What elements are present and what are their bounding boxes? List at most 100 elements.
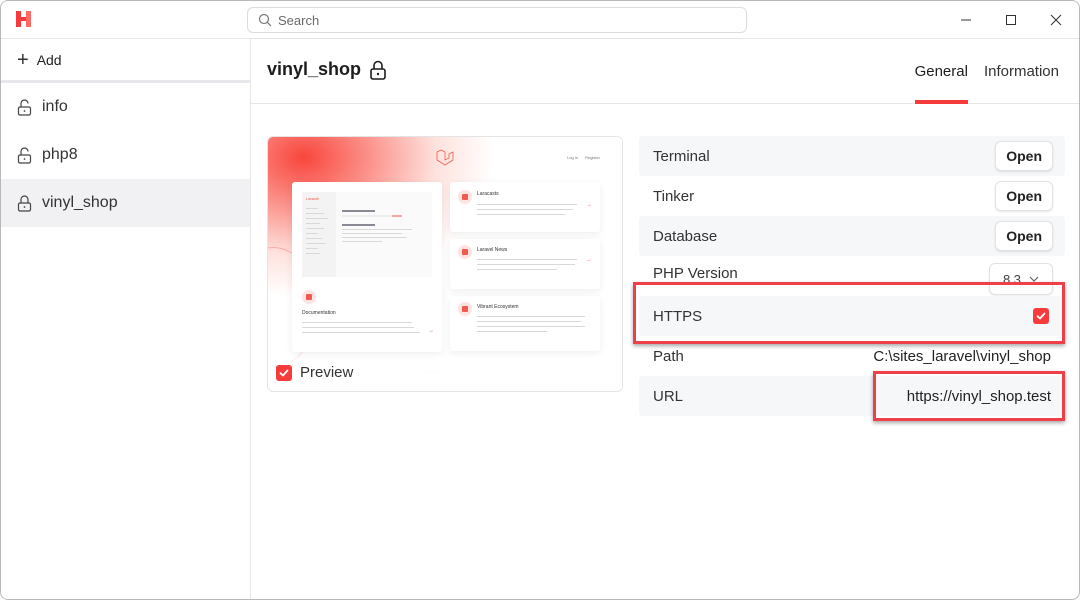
line (302, 327, 414, 328)
setting-row-url: URL https://vinyl_shop.test (639, 376, 1065, 416)
app-window: + Add info php8 vinyl_s (0, 0, 1080, 600)
site-name: vinyl_shop (42, 194, 118, 211)
tab-bar: General Information (907, 39, 1067, 104)
preview-ecosystem-card: Vibrant Ecosystem (450, 296, 600, 351)
preview-checkbox-toggle[interactable]: Preview (276, 364, 353, 381)
line (302, 322, 412, 323)
arrow-right-icon: → (586, 202, 592, 208)
line (477, 264, 575, 265)
site-preview-thumbnail[interactable]: Log in Register Laravel Documentation → … (268, 137, 622, 391)
plus-icon: + (17, 48, 29, 71)
title-bar (1, 1, 1079, 39)
line (477, 316, 585, 317)
setting-row-https: HTTPS (639, 296, 1065, 336)
search-input[interactable] (278, 12, 718, 28)
preview-laravel-news-card: Laravel News → (450, 239, 600, 289)
line (477, 331, 547, 332)
preview-nav: Log in Register (561, 155, 600, 160)
line (342, 229, 412, 230)
minimize-icon (961, 19, 971, 21)
tab-information[interactable]: Information (976, 39, 1067, 104)
checkmark-icon (279, 369, 289, 376)
lock-icon (370, 60, 386, 80)
lock-icon (17, 194, 32, 212)
setting-row-path: Path C:\sites_laravel\vinyl_shop (639, 336, 1065, 376)
preview-doc-sidebar: Laravel (302, 192, 336, 277)
preview-news-icon (458, 245, 472, 259)
herd-logo-icon (16, 11, 31, 27)
arrow-right-icon: → (586, 257, 592, 263)
open-tinker-button[interactable]: Open (995, 181, 1053, 211)
line (477, 326, 585, 327)
checkmark-icon (1036, 312, 1046, 320)
tab-general[interactable]: General (907, 39, 976, 104)
arrow-right-icon: → (428, 328, 434, 334)
open-database-button[interactable]: Open (995, 221, 1053, 251)
sidebar: + Add info php8 vinyl_shop (1, 39, 251, 599)
line (477, 259, 577, 260)
laravel-logo-icon (436, 149, 454, 166)
preview-card-title: Vibrant Ecosystem (477, 304, 519, 310)
line (306, 243, 326, 244)
chevron-down-icon (1029, 276, 1039, 282)
open-terminal-button[interactable]: Open (995, 141, 1053, 171)
line (342, 224, 375, 226)
line (477, 209, 573, 210)
line (342, 241, 382, 242)
settings-list: Terminal Open Tinker Open Database Open … (639, 136, 1065, 416)
setting-label: Database (653, 227, 718, 245)
minimize-button[interactable] (943, 1, 989, 39)
preview-laracasts-card: Laracasts → (450, 182, 600, 232)
php-version-value: 8.3 (1002, 271, 1022, 287)
setting-row-tinker: Tinker Open (639, 176, 1065, 216)
line (477, 321, 581, 322)
line (306, 248, 318, 249)
setting-row-php-version: PHP Version 8.3 (639, 256, 1065, 296)
line (306, 233, 318, 234)
preview-card-title: Laravel News (477, 247, 508, 253)
unlock-icon (17, 98, 32, 116)
preview-ecosystem-icon (458, 302, 472, 316)
line (477, 269, 557, 270)
setting-row-database: Database Open (639, 216, 1065, 256)
main-panel: vinyl_shop General Information Log in Re… (251, 39, 1079, 599)
setting-row-terminal: Terminal Open (639, 136, 1065, 176)
site-title-text: vinyl_shop (267, 59, 362, 79)
line (477, 214, 565, 215)
add-label: Add (36, 51, 62, 68)
setting-label: Tinker (653, 187, 695, 205)
sidebar-item-vinyl-shop[interactable]: vinyl_shop (1, 179, 250, 227)
php-version-select[interactable]: 8.3 (989, 263, 1053, 295)
preview-card-title: Documentation (302, 310, 336, 316)
line (306, 213, 324, 214)
sidebar-item-php8[interactable]: php8 (1, 131, 250, 179)
sidebar-item-info[interactable]: info (1, 83, 250, 131)
search-icon (258, 13, 272, 27)
setting-label: HTTPS (653, 307, 703, 325)
line (306, 238, 322, 239)
preview-checkbox[interactable] (276, 364, 292, 381)
setting-label: PHP Version (653, 265, 738, 282)
line (306, 208, 318, 209)
line (306, 228, 324, 229)
preview-footer: · · · · · · · · · · (426, 369, 444, 373)
setting-label: URL (653, 387, 684, 405)
setting-label: Path (653, 347, 684, 365)
preview-laracasts-icon (458, 190, 472, 204)
site-name: php8 (42, 146, 78, 163)
https-checkbox[interactable] (1033, 308, 1049, 324)
site-url-link[interactable]: https://vinyl_shop.test (907, 388, 1051, 405)
line (342, 210, 375, 212)
close-icon (1050, 14, 1062, 26)
preview-login-link: Log in (567, 155, 578, 160)
search-box[interactable] (247, 7, 747, 33)
preview-doc-screenshot: Laravel (302, 192, 432, 277)
maximize-button[interactable] (988, 1, 1034, 39)
setting-label: Terminal (653, 147, 710, 165)
unlock-icon (17, 146, 32, 164)
close-button[interactable] (1033, 1, 1079, 39)
add-site-button[interactable]: + Add (1, 39, 250, 83)
line (392, 215, 402, 217)
line (302, 332, 420, 333)
line (477, 204, 577, 205)
